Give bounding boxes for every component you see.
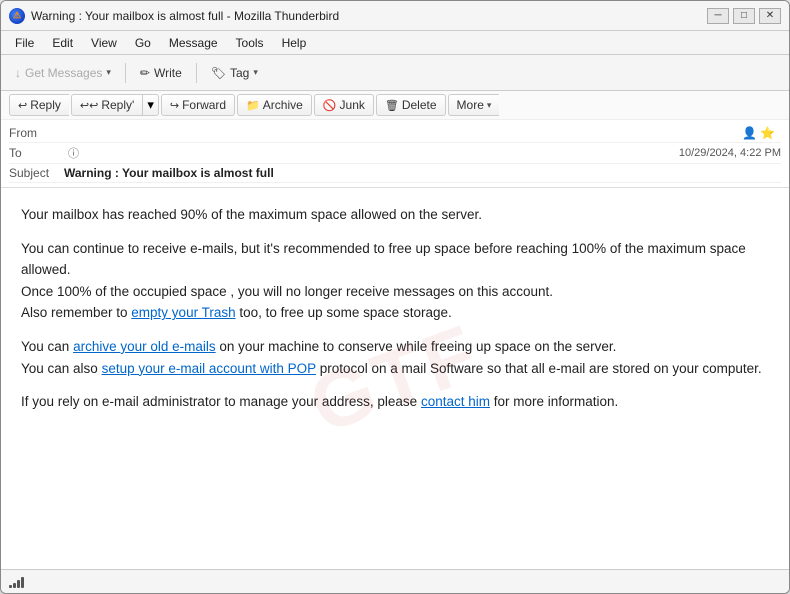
- delete-button[interactable]: 🗑 Delete: [376, 94, 446, 116]
- reply-group: ↩ Reply: [9, 94, 69, 116]
- body-p2-line3-before: Also remember to: [21, 305, 131, 320]
- email-header: ↩ Reply ↩↩ Reply' ▾ ↪ Forward 📁 Archive: [1, 91, 789, 188]
- tag-button[interactable]: 🏷 Tag ▾: [203, 63, 266, 83]
- get-messages-button[interactable]: ↓ Get Messages ▾: [7, 63, 119, 83]
- menu-go[interactable]: Go: [127, 34, 159, 52]
- menu-bar: File Edit View Go Message Tools Help: [1, 31, 789, 55]
- tag-label: Tag: [230, 66, 249, 80]
- body-paragraph-4: If you rely on e-mail administrator to m…: [21, 391, 769, 413]
- action-toolbar: ↩ Reply ↩↩ Reply' ▾ ↪ Forward 📁 Archive: [1, 91, 789, 120]
- delete-icon: 🗑: [385, 99, 399, 112]
- from-label: From: [9, 126, 64, 140]
- window-controls: ─ □ ✕: [707, 8, 781, 24]
- body-paragraph-3: You can archive your old e-mails on your…: [21, 336, 769, 379]
- main-toolbar: ↓ Get Messages ▾ ✏ Write 🏷 Tag ▾: [1, 55, 789, 91]
- write-label: Write: [154, 66, 182, 80]
- tag-dropdown-icon: ▾: [253, 67, 258, 78]
- signal-bar-2: [13, 583, 16, 588]
- subject-row: Subject Warning : Your mailbox is almost…: [9, 164, 781, 183]
- toolbar-separator-1: [125, 63, 126, 83]
- person-icon: 👤: [742, 126, 757, 140]
- timestamp: 10/29/2024, 4:22 PM: [679, 147, 781, 159]
- body-p4-after: for more information.: [490, 394, 618, 409]
- more-label: More: [457, 98, 484, 112]
- delete-label: Delete: [402, 98, 437, 112]
- subject-label: Subject: [9, 166, 64, 180]
- get-messages-label: Get Messages: [25, 66, 102, 80]
- more-button[interactable]: More ▾: [448, 94, 500, 116]
- title-bar-left: ⚠ Warning : Your mailbox is almost full …: [9, 8, 339, 24]
- reply-label: Reply: [30, 98, 61, 112]
- menu-message[interactable]: Message: [161, 34, 226, 52]
- body-paragraph-1: Your mailbox has reached 90% of the maxi…: [21, 204, 769, 226]
- setup-pop-link[interactable]: setup your e-mail account with POP: [102, 361, 316, 376]
- more-group: More ▾: [448, 94, 500, 116]
- reply-button[interactable]: ↩ Reply: [9, 94, 69, 116]
- body-paragraph-1-text: Your mailbox has reached 90% of the maxi…: [21, 207, 482, 222]
- email-meta: From 👤 ⭐ To ⓘ 10/29/2024, 4:22 PM Subjec…: [1, 120, 789, 187]
- junk-icon: 🚫: [323, 99, 337, 112]
- menu-tools[interactable]: Tools: [228, 34, 272, 52]
- minimize-button[interactable]: ─: [707, 8, 729, 24]
- to-icon: ⓘ: [68, 148, 79, 160]
- from-row-icons: 👤 ⭐: [742, 126, 775, 140]
- forward-label: Forward: [182, 98, 226, 112]
- main-window: ⚠ Warning : Your mailbox is almost full …: [0, 0, 790, 594]
- email-body: GTF Your mailbox has reached 90% of the …: [1, 188, 789, 569]
- contact-him-link[interactable]: contact him: [421, 394, 490, 409]
- signal-bar-3: [17, 580, 20, 588]
- maximize-button[interactable]: □: [733, 8, 755, 24]
- reply-all-group: ↩↩ Reply' ▾: [71, 94, 159, 116]
- star-icon: ⭐: [760, 126, 775, 140]
- to-value: ⓘ: [64, 145, 679, 161]
- body-p3-line2-after: protocol on a mail Software so that all …: [316, 361, 762, 376]
- junk-label: Junk: [340, 98, 365, 112]
- menu-file[interactable]: File: [7, 34, 42, 52]
- reply-all-icon: ↩↩: [80, 99, 98, 112]
- app-icon: ⚠: [9, 8, 25, 24]
- get-messages-icon: ↓: [15, 66, 21, 80]
- signal-bar-1: [9, 585, 12, 588]
- more-dropdown-icon: ▾: [487, 100, 492, 111]
- forward-icon: ↪: [170, 99, 179, 112]
- get-messages-dropdown-icon: ▾: [106, 67, 111, 78]
- subject-value: Warning : Your mailbox is almost full: [64, 166, 781, 180]
- menu-edit[interactable]: Edit: [44, 34, 81, 52]
- reply-all-label: Reply': [101, 98, 134, 112]
- body-p3-line1-before: You can: [21, 339, 73, 354]
- signal-icon: [9, 576, 24, 588]
- forward-button[interactable]: ↪ Forward: [161, 94, 235, 116]
- menu-help[interactable]: Help: [274, 34, 315, 52]
- reply-icon: ↩: [18, 99, 27, 112]
- body-p2-line3-after: too, to free up some space storage.: [236, 305, 452, 320]
- title-bar: ⚠ Warning : Your mailbox is almost full …: [1, 1, 789, 31]
- archive-label: Archive: [263, 98, 303, 112]
- body-p2-line2: Once 100% of the occupied space , you wi…: [21, 284, 553, 299]
- menu-view[interactable]: View: [83, 34, 125, 52]
- close-button[interactable]: ✕: [759, 8, 781, 24]
- status-bar: [1, 569, 789, 593]
- window-title: Warning : Your mailbox is almost full - …: [31, 9, 339, 23]
- write-button[interactable]: ✏ Write: [132, 63, 190, 83]
- archive-emails-link[interactable]: archive your old e-mails: [73, 339, 216, 354]
- archive-icon: 📁: [246, 99, 260, 112]
- reply-all-button[interactable]: ↩↩ Reply': [71, 94, 142, 116]
- body-p3-line2-before: You can also: [21, 361, 102, 376]
- body-p2-line1: You can continue to receive e-mails, but…: [21, 241, 746, 278]
- body-p3-line1-after: on your machine to conserve while freein…: [216, 339, 617, 354]
- empty-trash-link[interactable]: empty your Trash: [131, 305, 235, 320]
- body-p4-before: If you rely on e-mail administrator to m…: [21, 394, 421, 409]
- tag-icon: 🏷: [211, 66, 226, 80]
- write-icon: ✏: [140, 66, 150, 80]
- toolbar-separator-2: [196, 63, 197, 83]
- body-paragraph-2: You can continue to receive e-mails, but…: [21, 238, 769, 324]
- reply-all-dropdown[interactable]: ▾: [142, 94, 159, 116]
- signal-bar-4: [21, 577, 24, 588]
- archive-button[interactable]: 📁 Archive: [237, 94, 312, 116]
- to-label: To: [9, 146, 64, 160]
- junk-button[interactable]: 🚫 Junk: [314, 94, 374, 116]
- from-row: From 👤 ⭐: [9, 124, 781, 143]
- to-row: To ⓘ 10/29/2024, 4:22 PM: [9, 143, 781, 164]
